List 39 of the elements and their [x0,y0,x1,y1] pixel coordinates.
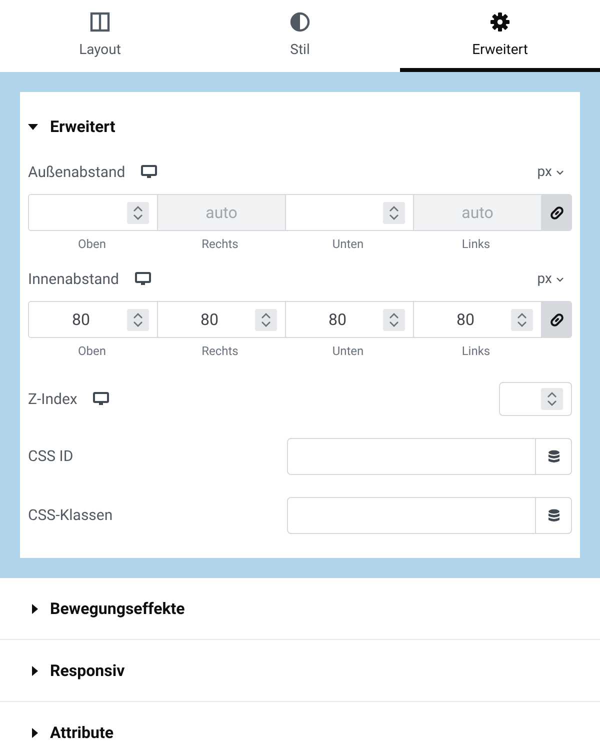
caret-right-icon [32,728,38,738]
field-label: CSS ID [28,446,74,468]
field-label: CSS-Klassen [28,505,113,526]
text-field[interactable] [287,438,572,475]
spinner-button[interactable] [541,388,563,410]
section-header[interactable]: Attribute [0,702,600,750]
field-caption: Unten [332,236,364,253]
field-label: Außenabstand [28,162,126,183]
contrast-icon [290,12,310,32]
caret-right-icon [32,604,38,614]
unit-dropdown[interactable]: px [537,268,572,290]
database-icon [548,450,560,464]
database-icon [548,508,560,522]
field-caption: Unten [332,343,364,360]
settings-icon [490,12,510,32]
monitor-icon [135,272,152,286]
section-header[interactable]: Bewegungseffekte [0,578,600,640]
unit-dropdown[interactable]: px [537,162,572,182]
tab[interactable]: Stil [200,0,400,72]
caret-down-icon [28,124,38,130]
field-caption: Links [462,236,490,253]
tab[interactable]: Layout [0,0,200,72]
monitor-icon [93,392,110,406]
field-caption: Oben [78,236,106,253]
field-caption: Rechts [202,236,238,253]
section-header[interactable]: Responsiv [0,640,600,702]
field-caption: Rechts [202,343,238,360]
section-header[interactable]: Erweitert [28,108,116,146]
text-field[interactable] [287,497,572,534]
chevron-down-icon [556,276,564,282]
field-caption: Links [462,343,490,360]
field-caption: Oben [78,343,106,360]
field-label: Z-Index [28,388,78,410]
caret-right-icon [32,666,38,676]
monitor-icon [141,165,158,179]
z-index-field[interactable] [499,382,572,416]
columns-icon [90,12,110,32]
field-label: Innenabstand [28,268,120,290]
chevron-down-icon [556,170,564,174]
